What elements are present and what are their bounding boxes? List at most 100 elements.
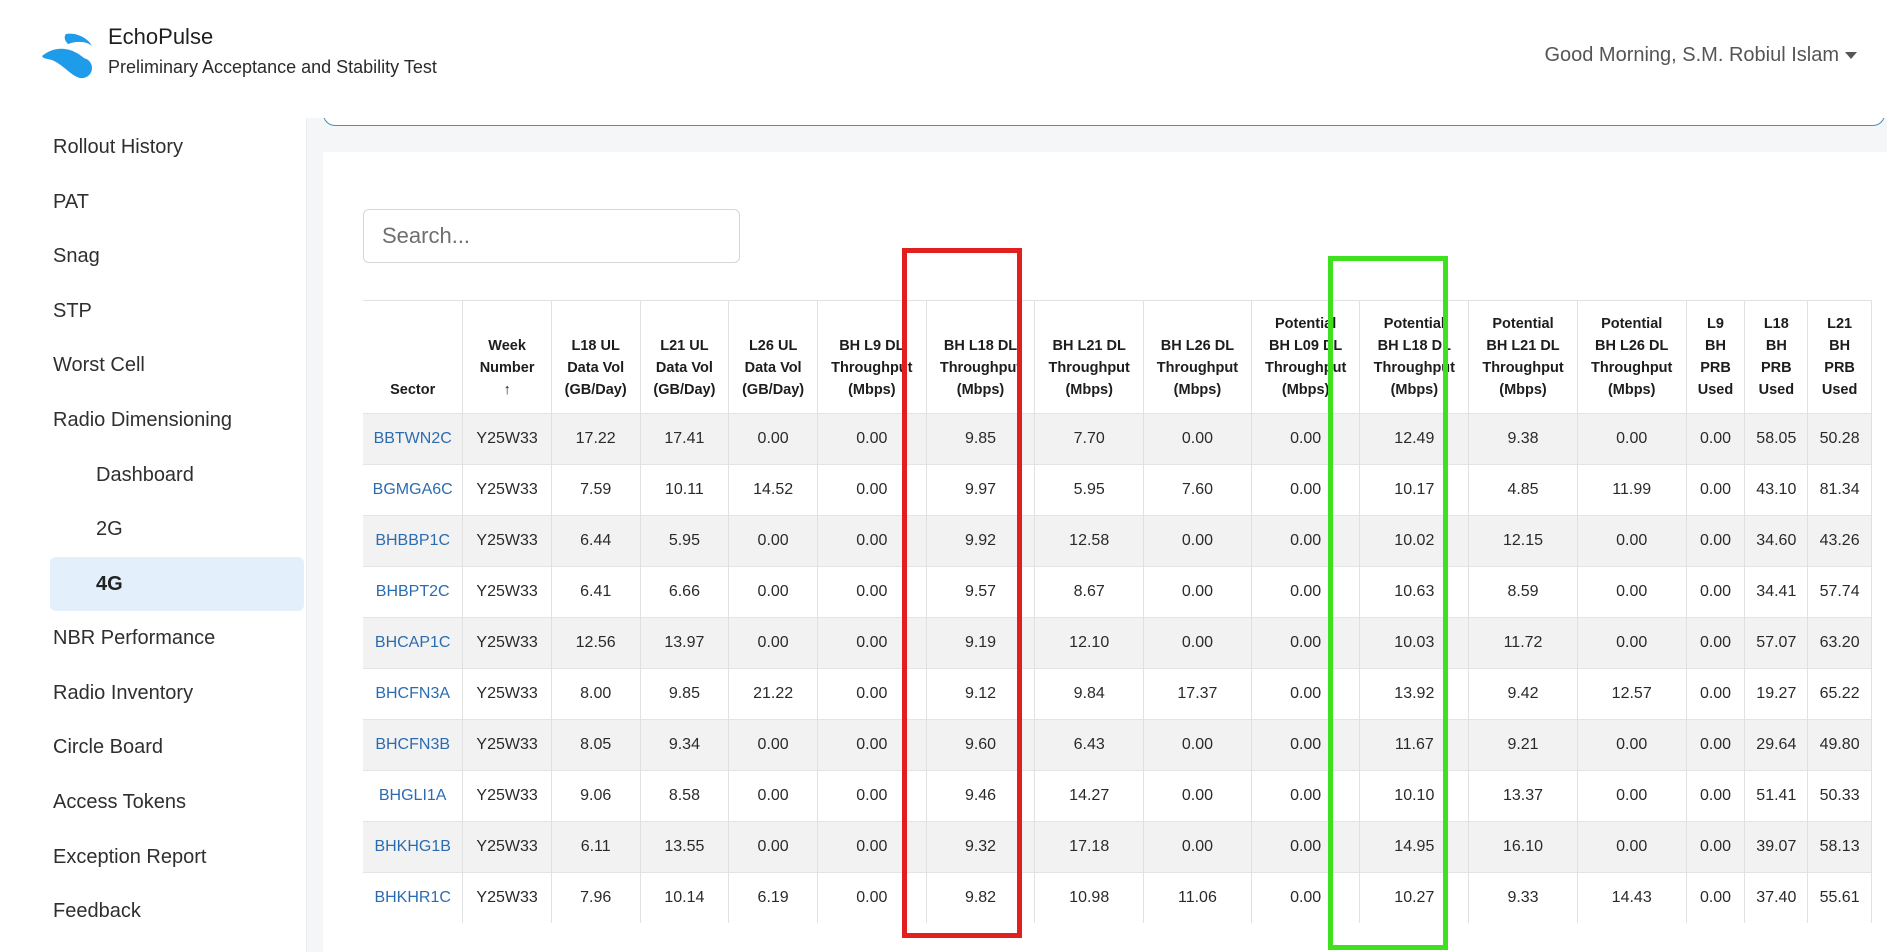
table-cell: 34.41 xyxy=(1744,566,1809,618)
column-header-text: PRB xyxy=(1824,360,1855,376)
table-cell: 14.27 xyxy=(1034,770,1145,822)
table-cell: 13.92 xyxy=(1359,668,1470,720)
graph-up-icon xyxy=(62,573,84,595)
sidebar-item-snag[interactable]: Snag xyxy=(0,229,306,283)
column-header-text: PRB xyxy=(1700,360,1731,376)
column-header[interactable]: Potential BH L21 DL Throughput (Mbps) xyxy=(1468,300,1578,414)
table-cell: 0.00 xyxy=(1251,821,1361,873)
table-cell: 12.57 xyxy=(1577,668,1687,720)
column-header[interactable]: BH L21 DL Throughput (Mbps) xyxy=(1034,300,1145,414)
column-header[interactable]: Week Number ↑ xyxy=(462,300,552,414)
table-cell: 0.00 xyxy=(728,617,818,669)
sector-link[interactable]: BHCFN3A xyxy=(363,668,464,720)
column-header[interactable]: Potential BH L09 DL Throughput (Mbps) xyxy=(1251,300,1361,414)
table-cell: 0.00 xyxy=(1686,464,1746,516)
table-cell: 9.46 xyxy=(926,770,1036,822)
sector-link[interactable]: BHBPT2C xyxy=(363,566,464,618)
column-header[interactable]: L18 UL Data Vol (GB/Day) xyxy=(551,300,641,414)
sector-link[interactable]: BGMGA6C xyxy=(363,464,464,516)
chevron-down-icon xyxy=(262,248,278,264)
sidebar-item-stp[interactable]: STP xyxy=(0,284,306,338)
table-cell: 0.00 xyxy=(817,872,927,923)
column-header[interactable]: BH L9 DL Throughput (Mbps) xyxy=(817,300,927,414)
column-header-text: Throughput xyxy=(1156,360,1239,376)
table-cell: 10.17 xyxy=(1359,464,1470,516)
sidebar-item-radio-inventory[interactable]: Radio Inventory xyxy=(0,666,306,720)
table-cell: 0.00 xyxy=(817,464,927,516)
sector-link[interactable]: BBTWN2C xyxy=(363,413,464,465)
column-header-text: Number xyxy=(479,360,535,376)
sector-link[interactable]: BHKHR1C xyxy=(363,872,464,923)
sidebar-item-rollout-history[interactable]: Rollout History xyxy=(0,120,306,174)
table-cell: 9.97 xyxy=(926,464,1036,516)
column-header[interactable]: L26 UL Data Vol (GB/Day) xyxy=(728,300,818,414)
column-header[interactable]: L18 BH PRB Used xyxy=(1744,300,1809,414)
chevron-down-icon xyxy=(262,357,278,373)
table-cell: 9.12 xyxy=(926,668,1036,720)
column-header-text: Potential xyxy=(1492,316,1554,332)
column-header-text: Throughput xyxy=(939,360,1022,376)
table-cell: 0.00 xyxy=(1143,617,1252,669)
table-cell: 9.85 xyxy=(926,413,1036,465)
table-cell: 0.00 xyxy=(1251,515,1361,567)
sidebar-item-circle-board[interactable]: Circle Board xyxy=(0,720,306,774)
chevron-down-icon xyxy=(262,685,278,701)
sidebar-item-dashboard[interactable]: Dashboard xyxy=(50,448,304,502)
column-header-text: Used xyxy=(1821,382,1858,398)
table-cell: 13.37 xyxy=(1468,770,1578,822)
sector-link[interactable]: BHCAP1C xyxy=(363,617,464,669)
column-header[interactable]: L9 BH PRB Used xyxy=(1686,300,1746,414)
column-header-text: BH L18 DL xyxy=(1377,338,1451,354)
column-header[interactable]: L21 BH PRB Used xyxy=(1807,300,1872,414)
table-cell: 0.00 xyxy=(1686,872,1746,923)
sidebar-item-2g[interactable]: 2G xyxy=(50,502,304,556)
search-input[interactable] xyxy=(363,209,740,263)
table-cell: 0.00 xyxy=(1251,770,1361,822)
sidebar-item-exception-report[interactable]: Exception Report xyxy=(0,830,306,884)
column-header[interactable]: BH L18 DL Throughput (Mbps) xyxy=(926,300,1036,414)
column-header-text: L9 xyxy=(1707,316,1724,332)
column-header-text: Throughput xyxy=(1373,360,1455,376)
table-cell: 9.82 xyxy=(926,872,1036,923)
column-header-text: (Mbps) xyxy=(1499,382,1547,398)
sidebar-item-nbr-performance[interactable]: NBR Performance xyxy=(0,611,306,665)
chevron-down-icon xyxy=(262,194,278,210)
column-header[interactable]: Sector xyxy=(363,300,464,414)
sector-link[interactable]: BHGLI1A xyxy=(363,770,464,822)
sidebar-item-radio-dimensioning[interactable]: Radio Dimensioning xyxy=(0,393,306,447)
sidebar-item-feedback[interactable]: Feedback xyxy=(0,884,306,938)
table-cell: 0.00 xyxy=(817,566,927,618)
column-header[interactable]: Potential BH L18 DL Throughput (Mbps) xyxy=(1359,300,1470,414)
column-header[interactable]: BH L26 DL Throughput (Mbps) xyxy=(1143,300,1252,414)
table-row: BGMGA6C Y25W33 7.59 10.11 14.52 0.00 9.97 5.95 7… xyxy=(363,464,1872,516)
table-cell: 0.00 xyxy=(1251,872,1361,923)
sidebar-item-label: NBR Performance xyxy=(53,626,216,649)
greeting-text: Good Morning, S.M. Robiul Islam xyxy=(1544,44,1839,66)
table-cell: Y25W33 xyxy=(462,719,552,771)
table-cell: 10.03 xyxy=(1359,617,1470,669)
table-cell: 50.28 xyxy=(1807,413,1872,465)
table-cell: 9.32 xyxy=(926,821,1036,873)
user-menu[interactable]: Good Morning, S.M. Robiul Islam xyxy=(1544,44,1857,67)
table-cell: 34.60 xyxy=(1744,515,1809,567)
column-header[interactable]: L21 UL Data Vol (GB/Day) xyxy=(640,300,730,414)
sector-link[interactable]: BHCFN3B xyxy=(363,719,464,771)
sidebar-item-pat[interactable]: PAT xyxy=(0,175,306,229)
table-cell: 14.43 xyxy=(1577,872,1687,923)
sidebar-item-worst-cell[interactable]: Worst Cell xyxy=(0,338,306,392)
table-cell: 10.02 xyxy=(1359,515,1470,567)
table-cell: 9.60 xyxy=(926,719,1036,771)
sidebar-item-4g[interactable]: 4G xyxy=(50,557,304,611)
sector-link[interactable]: BHKHG1B xyxy=(363,821,464,873)
column-header[interactable]: Potential BH L26 DL Throughput (Mbps) xyxy=(1577,300,1687,414)
column-header-text: (Mbps) xyxy=(956,382,1005,398)
table-cell: Y25W33 xyxy=(462,821,552,873)
column-header-text: BH L21 DL xyxy=(1052,338,1126,354)
table-cell: 12.56 xyxy=(551,617,641,669)
table-cell: 0.00 xyxy=(1686,617,1746,669)
table-cell: Y25W33 xyxy=(462,617,552,669)
column-header-text: Potential xyxy=(1383,316,1445,332)
sidebar-item-access-tokens[interactable]: Access Tokens xyxy=(0,775,306,829)
column-header-text: Throughput xyxy=(1048,360,1130,376)
sector-link[interactable]: BHBBP1C xyxy=(363,515,464,567)
